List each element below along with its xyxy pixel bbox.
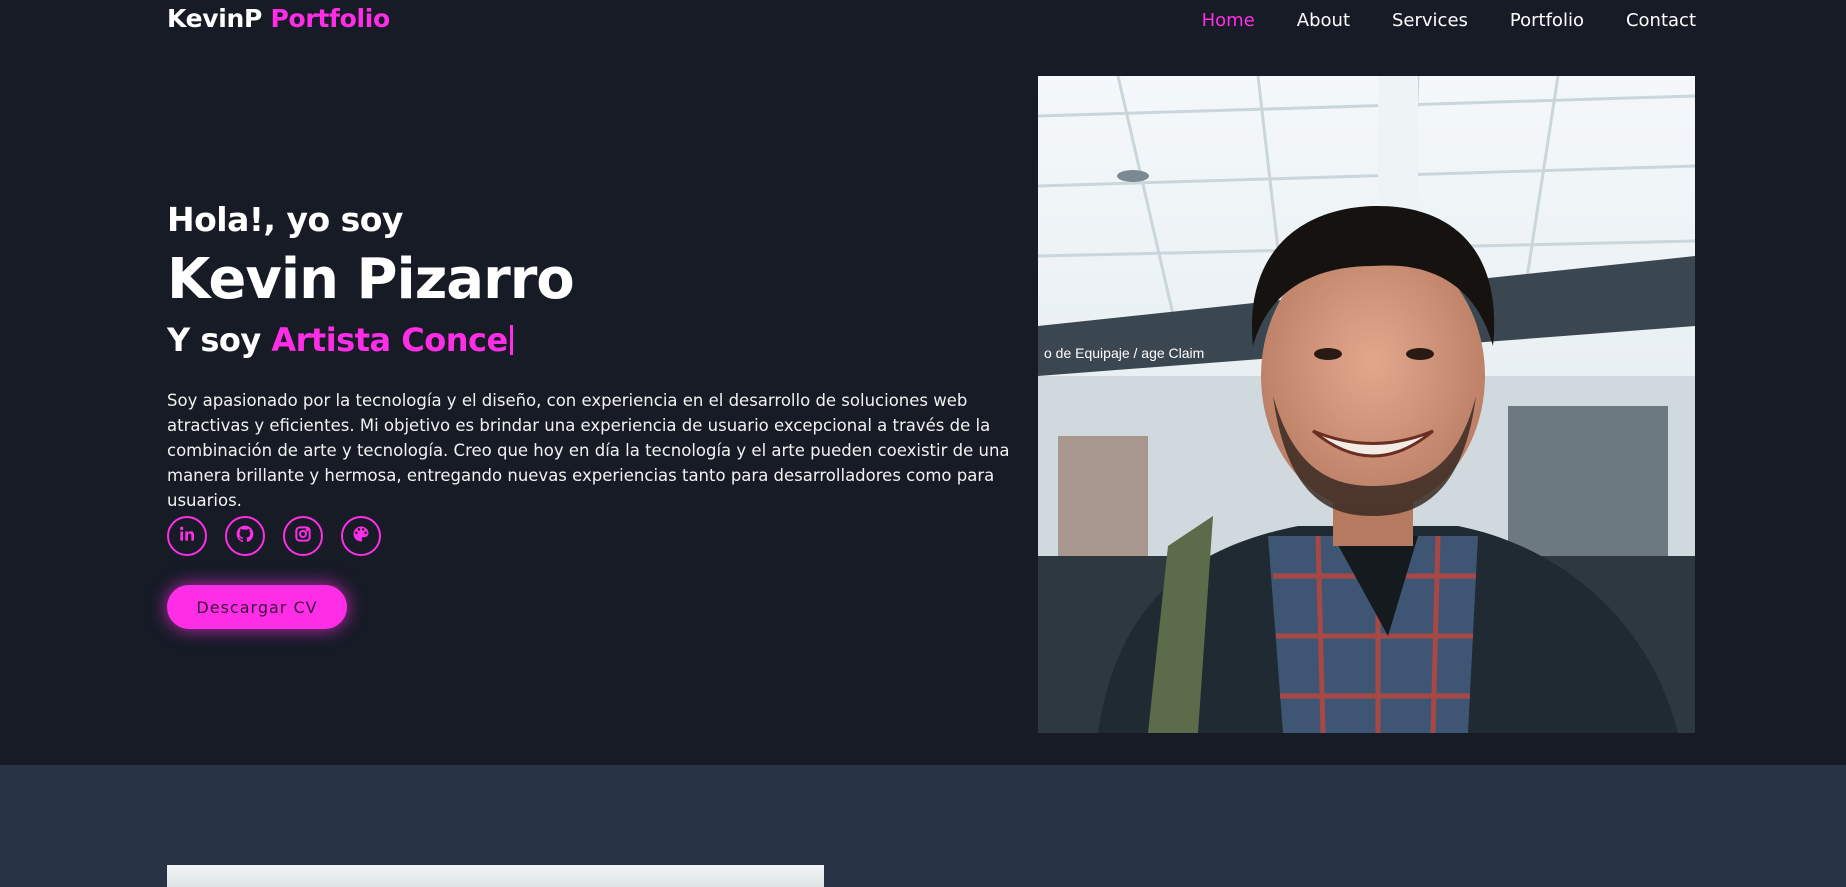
nav-services[interactable]: Services (1392, 10, 1468, 31)
hero-role: Y soy Artista Conce (167, 318, 1037, 362)
hero-name: Kevin Pizarro (167, 247, 575, 312)
typing-caret (509, 325, 513, 355)
social-links (167, 516, 381, 556)
hero-description: Soy apasionado por la tecnología y el di… (167, 391, 1010, 510)
download-cv-button[interactable]: Descargar CV (167, 585, 347, 629)
github-icon (235, 524, 255, 548)
nav-contact[interactable]: Contact (1626, 10, 1696, 31)
about-photo (167, 865, 824, 887)
portfolio-art-link[interactable] (341, 516, 381, 556)
site-header: KevinP Portfolio Home About Services Por… (0, 0, 1846, 42)
linkedin-link[interactable] (167, 516, 207, 556)
role-typed-text: Artista Conce (271, 321, 508, 359)
profile-photo: o de Equipaje / age Claim (1038, 76, 1695, 733)
nav-home[interactable]: Home (1202, 10, 1255, 31)
palette-icon (351, 524, 371, 548)
instagram-icon (293, 524, 313, 548)
nav-about[interactable]: About (1297, 10, 1350, 31)
logo-main: KevinP (167, 4, 263, 33)
instagram-link[interactable] (283, 516, 323, 556)
hero-greeting: Hola!, yo soy (167, 200, 403, 239)
linkedin-icon (177, 524, 197, 548)
page: KevinP Portfolio Home About Services Por… (0, 0, 1846, 887)
role-prefix: Y soy (167, 321, 261, 359)
logo-accent: Portfolio (270, 4, 390, 33)
main-nav: Home About Services Portfolio Contact (1202, 10, 1696, 31)
about-section (0, 765, 1846, 887)
nav-portfolio[interactable]: Portfolio (1510, 10, 1584, 31)
hero-section: Hola!, yo soy Kevin Pizarro Y soy Artist… (167, 198, 1037, 513)
airport-sign-text: o de Equipaje / age Claim (1044, 345, 1204, 361)
site-logo[interactable]: KevinP Portfolio (167, 4, 390, 33)
github-link[interactable] (225, 516, 265, 556)
